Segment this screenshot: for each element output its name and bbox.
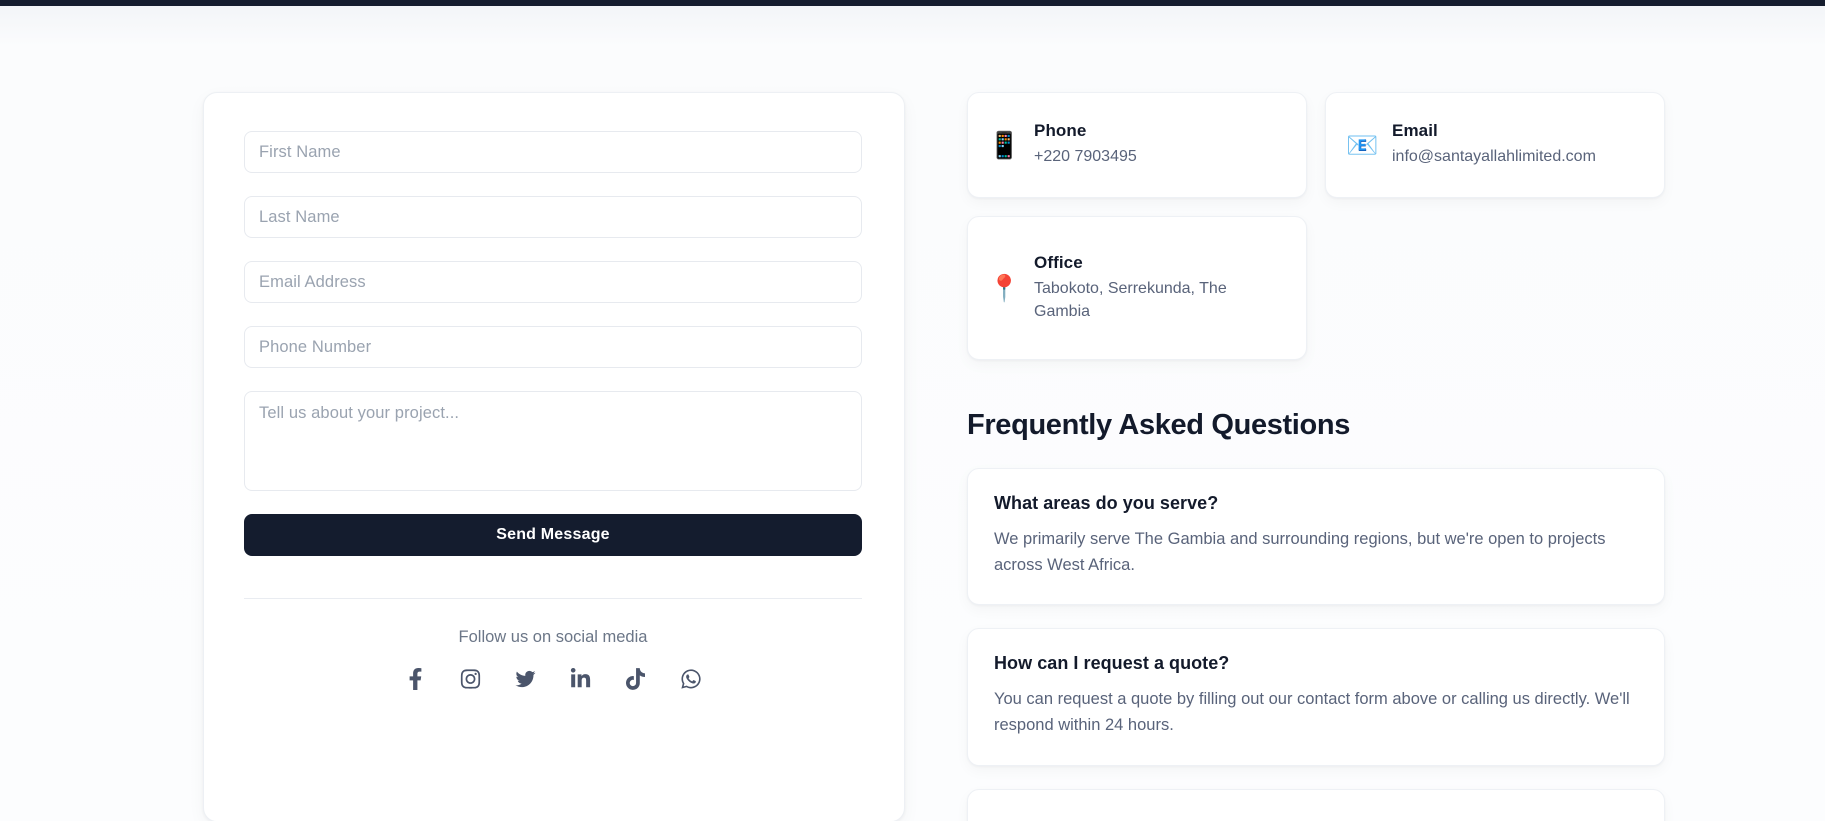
contact-form-card: First Name Last Name Email Address Phone… [203, 92, 905, 821]
contact-card-title: Phone [1034, 121, 1087, 141]
contact-page: First Name Last Name Email Address Phone… [0, 6, 1825, 821]
social-follow-label: Follow us on social media [458, 628, 648, 646]
contact-cards-grid: 📱 Phone +220 7903495 📧 Email info@santay… [967, 92, 1665, 360]
send-message-button[interactable]: Send Message [244, 514, 862, 556]
project-message-placeholder: Tell us about your project... [259, 404, 460, 422]
divider [244, 598, 862, 599]
contact-card-text: Phone +220 7903495 [1034, 121, 1137, 169]
twitter-icon[interactable] [514, 667, 538, 691]
contact-card-value: info@santayallahlimited.com [1392, 148, 1596, 166]
contact-card-value: Tabokoto, Serrekunda, The Gambia [1034, 279, 1227, 320]
email-address-input[interactable]: Email Address [244, 261, 862, 303]
contact-card-title: Email [1392, 121, 1438, 141]
last-name-input[interactable]: Last Name [244, 196, 862, 238]
instagram-icon[interactable] [459, 667, 483, 691]
first-name-input[interactable]: First Name [244, 131, 862, 173]
phone-number-input[interactable]: Phone Number [244, 326, 862, 368]
faq-item[interactable] [967, 788, 1665, 821]
whatsapp-icon[interactable] [679, 667, 703, 691]
faq-question: What areas do you serve? [994, 493, 1219, 513]
contact-card-value: +220 7903495 [1034, 148, 1137, 166]
contact-card-phone[interactable]: 📱 Phone +220 7903495 [967, 92, 1307, 198]
email-envelope-icon: 📧 [1346, 130, 1379, 160]
contact-card-office[interactable]: 📍 Office Tabokoto, Serrekunda, The Gambi… [967, 216, 1307, 360]
contact-info-column: 📱 Phone +220 7903495 📧 Email info@santay… [967, 92, 1665, 821]
contact-card-title: Office [1034, 252, 1083, 272]
email-address-placeholder: Email Address [259, 272, 366, 291]
tiktok-icon[interactable] [624, 667, 648, 691]
social-links-row [244, 667, 862, 691]
mobile-phone-icon: 📱 [988, 130, 1021, 160]
faq-item[interactable]: What areas do you serve? We primarily se… [967, 468, 1665, 606]
last-name-placeholder: Last Name [259, 207, 340, 226]
faq-answer: You can request a quote by filling out o… [994, 690, 1630, 735]
map-pin-icon: 📍 [988, 273, 1021, 303]
project-message-textarea[interactable]: Tell us about your project... [244, 391, 862, 491]
faq-answer: We primarily serve The Gambia and surrou… [994, 530, 1606, 574]
contact-card-text: Email info@santayallahlimited.com [1392, 121, 1596, 169]
contact-card-text: Office Tabokoto, Serrekunda, The Gambia [1034, 253, 1274, 323]
page-layout: First Name Last Name Email Address Phone… [203, 92, 1665, 821]
phone-number-placeholder: Phone Number [259, 337, 372, 356]
faq-item[interactable]: How can I request a quote? You can reque… [967, 628, 1665, 766]
faq-heading: Frequently Asked Questions [967, 409, 1351, 441]
facebook-icon[interactable] [404, 667, 428, 691]
first-name-placeholder: First Name [259, 142, 341, 161]
contact-card-email[interactable]: 📧 Email info@santayallahlimited.com [1325, 92, 1665, 198]
linkedin-icon[interactable] [569, 667, 593, 691]
faq-question: How can I request a quote? [994, 653, 1230, 674]
